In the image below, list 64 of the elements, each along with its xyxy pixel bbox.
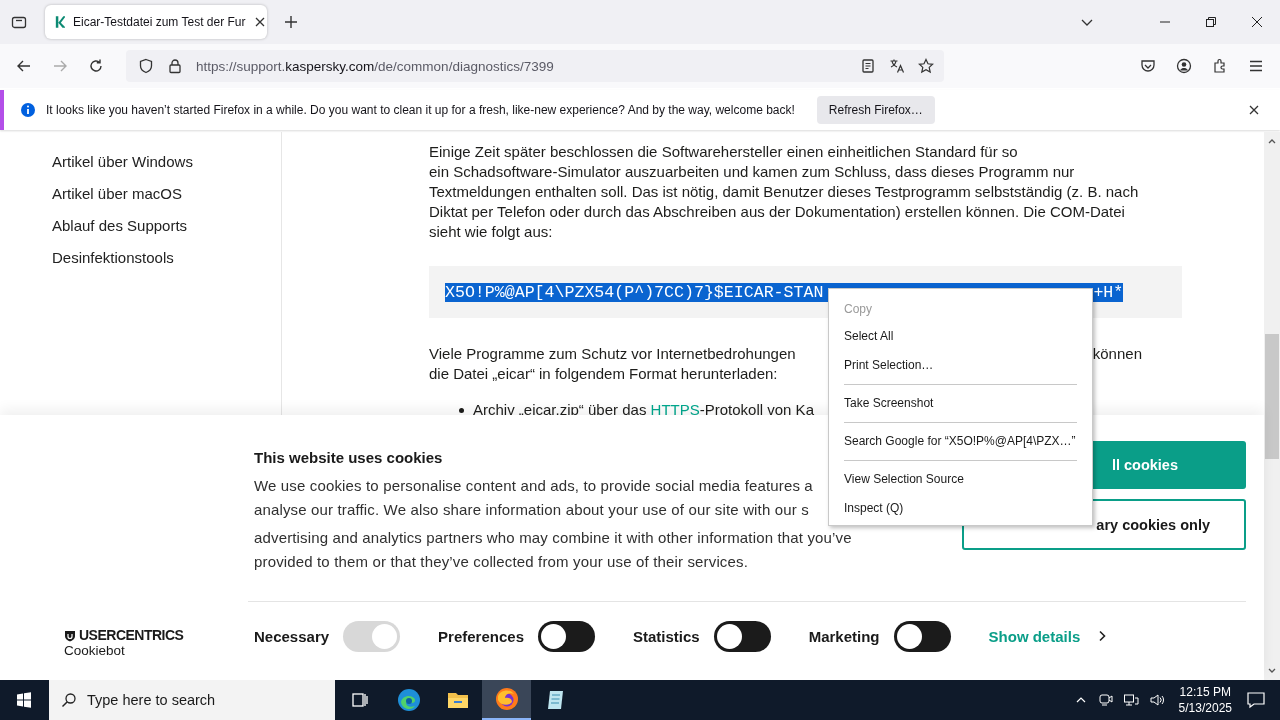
- volume-icon[interactable]: [1148, 692, 1165, 708]
- menu-icon[interactable]: [1248, 58, 1264, 74]
- sidebar-link[interactable]: Desinfektionstools: [52, 248, 281, 268]
- bullet-icon: [459, 407, 464, 413]
- notification-message: It looks like you haven’t started Firefox in a while. Do you want to clean it up for a fresh, like-new experience? And by the way, welcome back!: [46, 103, 795, 117]
- selected-code-text: +H*: [1093, 282, 1124, 302]
- forward-icon: [52, 58, 68, 74]
- toggle-switch[interactable]: [538, 620, 595, 652]
- task-view-icon: [349, 690, 370, 710]
- article-text: können: [1092, 344, 1142, 364]
- sidebar-link[interactable]: Artikel über macOS: [52, 184, 281, 204]
- tab-list-icon[interactable]: [11, 14, 27, 30]
- selected-code-text: X5O!P%@AP[4\PZX54(P^)7CC)7}$EICAR-STAN: [445, 282, 824, 302]
- url-text: https://support.kaspersky.com/de/common/diagnostics/7399: [196, 58, 554, 74]
- toggle-label: Preferences: [438, 627, 524, 645]
- meet-now-icon[interactable]: [1096, 692, 1113, 708]
- cookie-description: advertising and analytics partners who may combine it with other information that you’ve provided to them or that they’ve collected from your use of their services.: [254, 528, 852, 572]
- toggle-switch[interactable]: [893, 620, 951, 652]
- reader-view-icon[interactable]: [860, 58, 876, 74]
- shield-icon: [64, 629, 76, 642]
- scrollbar-thumb[interactable]: [1265, 334, 1279, 459]
- lock-icon: [167, 58, 183, 74]
- scrollbar[interactable]: [1264, 132, 1280, 680]
- usercentrics-logo: USERCENTRICS Cookiebot: [64, 628, 184, 658]
- pocket-icon[interactable]: [1140, 58, 1156, 74]
- menu-item[interactable]: Print Selection…: [829, 351, 1092, 380]
- shield-icon: [138, 58, 154, 74]
- translate-icon[interactable]: [889, 58, 905, 74]
- network-icon[interactable]: [1122, 692, 1139, 708]
- account-icon[interactable]: [1176, 58, 1192, 74]
- address-bar[interactable]: https://support.kaspersky.com/de/common/diagnostics/7399: [126, 50, 944, 82]
- toggle-switch[interactable]: [713, 620, 771, 652]
- refresh-firefox-button[interactable]: Refresh Firefox…: [816, 96, 935, 124]
- menu-item[interactable]: Select All: [829, 322, 1092, 351]
- toggle-label: Statistics: [633, 627, 700, 645]
- windows-start-icon[interactable]: [16, 692, 32, 708]
- notification-icon[interactable]: [1246, 690, 1266, 710]
- back-icon[interactable]: [16, 58, 32, 74]
- taskbar-search-field[interactable]: Type here to search: [49, 680, 335, 720]
- restore-icon[interactable]: [1205, 16, 1217, 28]
- sidebar-link[interactable]: Ablauf des Supports: [52, 216, 281, 236]
- info-icon: [20, 102, 36, 118]
- toggle-label: Necessary: [254, 627, 330, 645]
- extensions-icon[interactable]: [1212, 58, 1228, 74]
- reload-icon[interactable]: [88, 58, 104, 74]
- toggle-label: Marketing: [808, 627, 880, 645]
- close-icon[interactable]: [1248, 104, 1260, 116]
- firefox-icon: [494, 687, 519, 711]
- article-text: die Datei „eicar“ in folgendem Format herunterladen:: [429, 364, 778, 384]
- taskbar-app[interactable]: [482, 680, 531, 720]
- new-tab-icon[interactable]: [283, 14, 299, 30]
- sidebar-link[interactable]: Artikel über Windows: [52, 152, 281, 172]
- browser-tab[interactable]: Eicar-Testdatei zum Test der Fur: [45, 5, 267, 39]
- edge-browser-icon: [396, 688, 421, 712]
- close-icon[interactable]: [1251, 16, 1263, 28]
- cookie-title: This website uses cookies: [254, 449, 444, 466]
- article-paragraph: Einige Zeit später beschlossen die Softwarehersteller einen einheitlichen Standard für so ein Schadsoftware-Simulator auszuarbeiten und kamen zum Schluss, dass dieses Programm nur Textmeldungen enthalten soll. Das ist nötig, damit Benutzer dieses Testprogramm selbstständig (z. B. nach Diktat per Telefon oder durch das Abschreiben aus der Dokumentation) erstellen können. Die COM-Datei sieht wie folgt aus:: [429, 142, 1140, 242]
- site-logo-icon: [55, 15, 65, 29]
- menu-item[interactable]: Take Screenshot: [829, 389, 1092, 418]
- bookmark-star-icon[interactable]: [918, 58, 934, 74]
- search-icon: [61, 692, 77, 708]
- taskbar-clock[interactable]: 12:15 PM 5/13/2025: [1178, 684, 1232, 716]
- article-text: Viele Programme zum Schutz vor Internetbedrohungen: [429, 344, 796, 364]
- close-icon[interactable]: [253, 16, 266, 28]
